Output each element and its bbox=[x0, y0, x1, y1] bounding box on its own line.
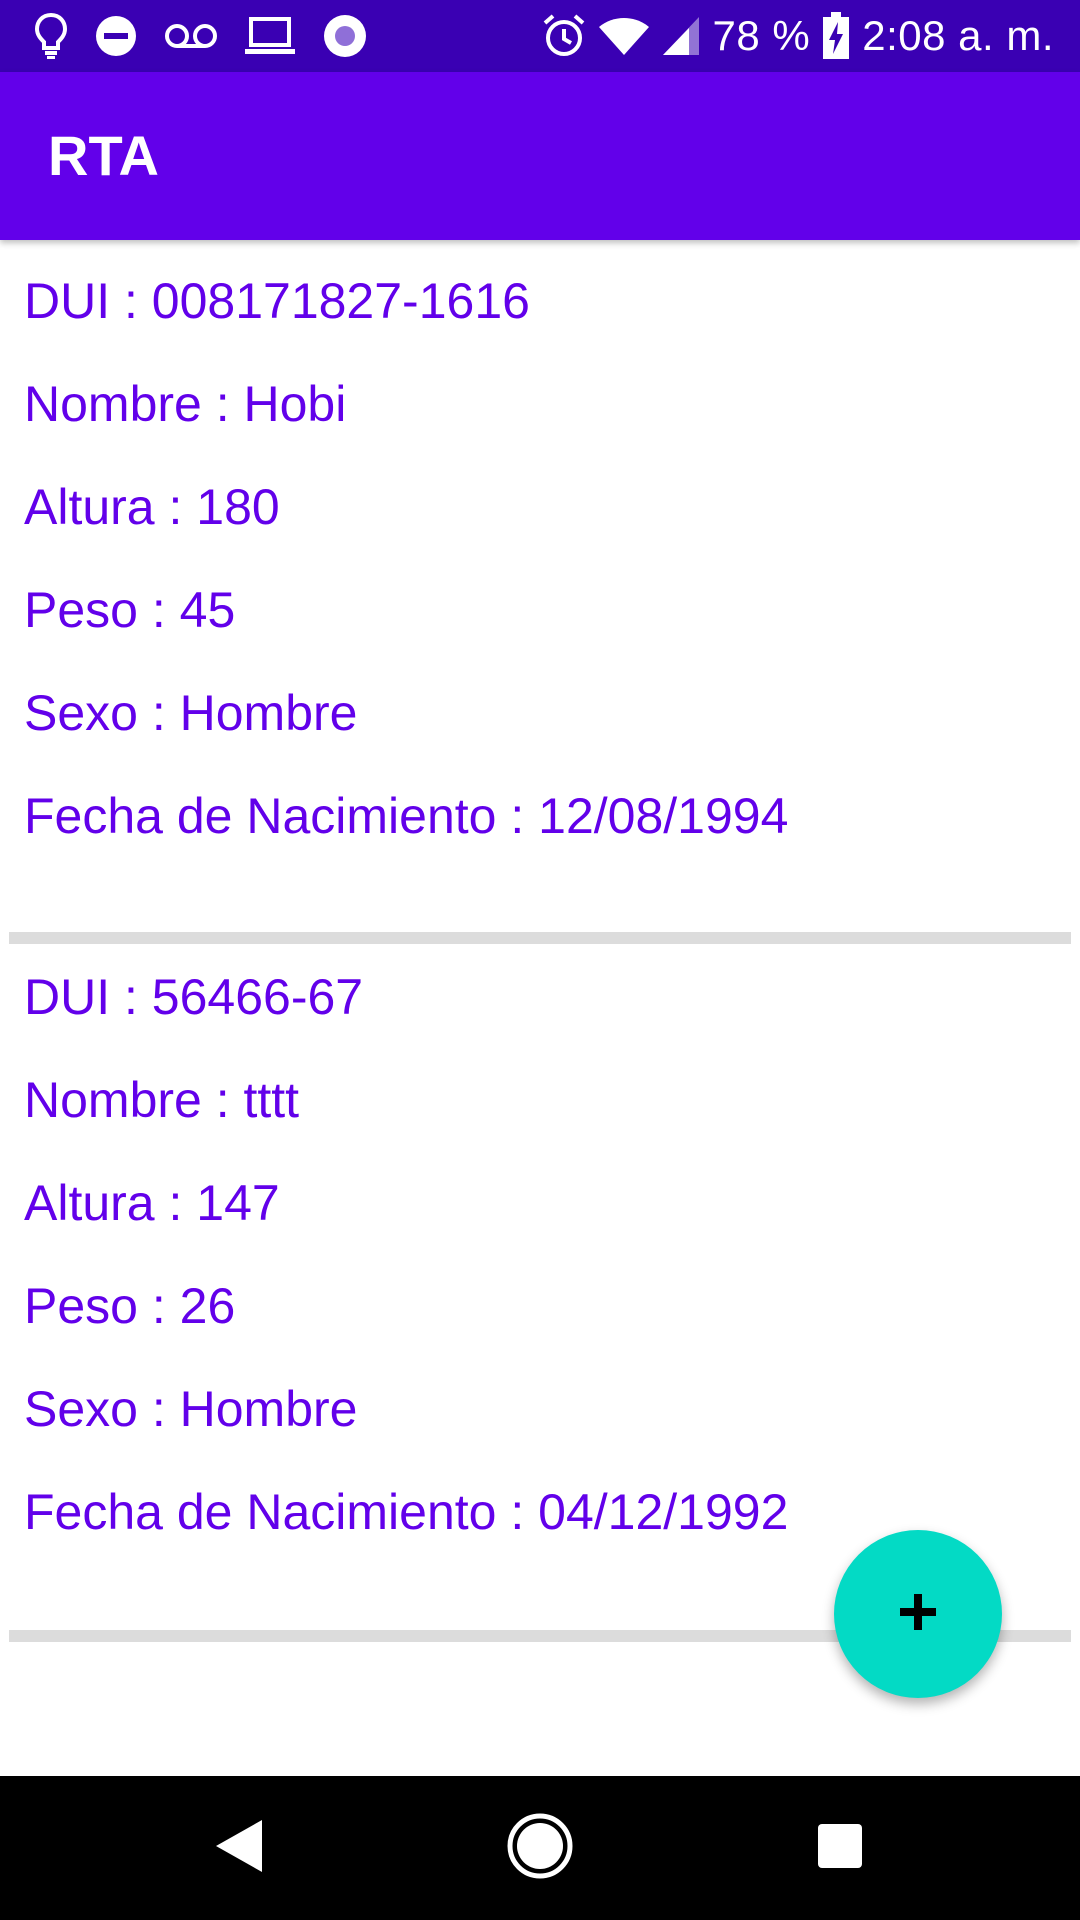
peso-text: Peso : 45 bbox=[24, 582, 236, 638]
record-icon bbox=[322, 13, 368, 59]
add-record-button[interactable] bbox=[834, 1530, 1002, 1698]
alarm-icon bbox=[541, 13, 587, 59]
list-item[interactable]: DUI : 008171827-1616 Nombre : Hobi Altur… bbox=[0, 240, 1080, 944]
clock-time: 2:08 a. m. bbox=[862, 12, 1054, 59]
screen: 78 % 2:08 a. m. RTA DUI : 008171827-1616… bbox=[0, 0, 1080, 1920]
dui-text: DUI : 008171827-1616 bbox=[24, 273, 530, 329]
laptop-icon bbox=[244, 16, 296, 56]
recents-button[interactable] bbox=[760, 1776, 920, 1920]
altura-text: Altura : 180 bbox=[24, 479, 280, 535]
fecha-nacimiento-text: Fecha de Nacimiento : 12/08/1994 bbox=[24, 788, 789, 844]
sexo-text: Sexo : Hombre bbox=[24, 1381, 358, 1437]
back-icon bbox=[212, 1816, 268, 1881]
nombre-text: Nombre : Hobi bbox=[24, 376, 347, 432]
do-not-disturb-icon bbox=[94, 14, 138, 58]
wifi-icon bbox=[598, 15, 649, 57]
app-bar: RTA bbox=[0, 72, 1080, 240]
app-title: RTA bbox=[48, 124, 159, 187]
records-list[interactable]: DUI : 008171827-1616 Nombre : Hobi Altur… bbox=[0, 240, 1080, 1642]
battery-charging-icon bbox=[822, 12, 850, 60]
navigation-bar bbox=[0, 1776, 1080, 1920]
status-system-icons: 78 % 2:08 a. m. bbox=[541, 0, 1055, 72]
voicemail-icon bbox=[164, 21, 218, 51]
nombre-text: Nombre : tttt bbox=[24, 1072, 300, 1128]
home-icon bbox=[505, 1811, 575, 1886]
signal-icon bbox=[661, 15, 701, 57]
add-icon bbox=[896, 1590, 940, 1639]
altura-text: Altura : 147 bbox=[24, 1175, 280, 1231]
lightbulb-icon bbox=[34, 12, 68, 60]
sexo-text: Sexo : Hombre bbox=[24, 685, 358, 741]
fecha-nacimiento-text: Fecha de Nacimiento : 04/12/1992 bbox=[24, 1484, 789, 1540]
status-notification-icons bbox=[34, 0, 368, 72]
status-bar: 78 % 2:08 a. m. bbox=[0, 0, 1080, 72]
recents-icon bbox=[816, 1822, 864, 1875]
battery-percentage: 78 % bbox=[712, 12, 811, 59]
home-button[interactable] bbox=[460, 1776, 620, 1920]
back-button[interactable] bbox=[160, 1776, 320, 1920]
dui-text: DUI : 56466-67 bbox=[24, 969, 364, 1025]
peso-text: Peso : 26 bbox=[24, 1278, 236, 1334]
